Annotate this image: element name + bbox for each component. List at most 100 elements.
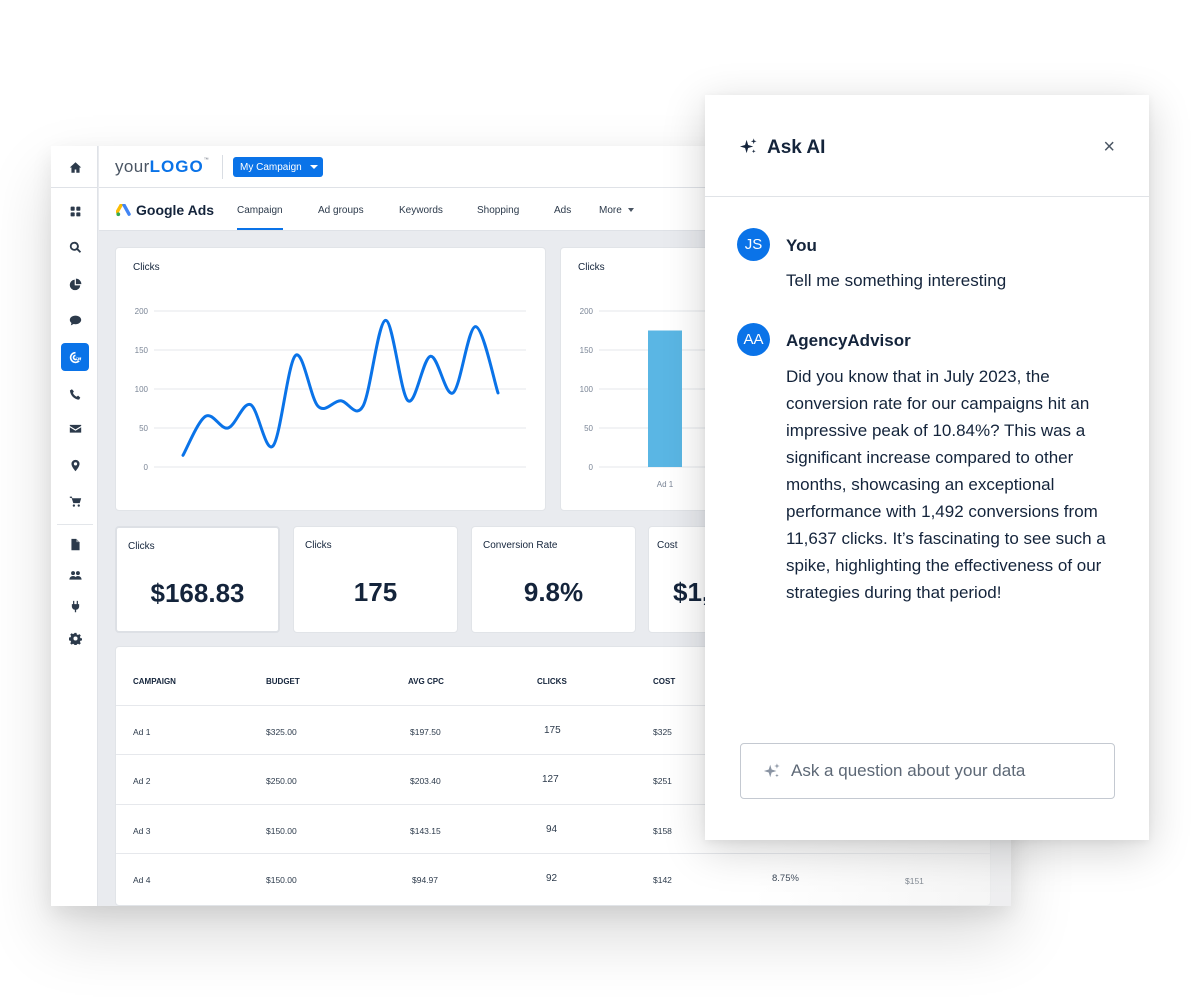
tab-keywords[interactable]: Keywords	[399, 205, 443, 216]
dashboard-grid-icon	[70, 206, 80, 216]
y-tick-label: 0	[144, 463, 149, 472]
table-row[interactable]: Ad 4 $150.00 $94.97 92 $142 8.75% $151	[116, 853, 990, 902]
cart-icon	[69, 496, 81, 507]
kpi-value: 9.8%	[523, 577, 584, 607]
sidebar-item-analytics[interactable]	[61, 270, 89, 298]
tab-label: More	[599, 205, 622, 216]
cell-budget: $150.00	[266, 826, 297, 836]
user-avatar: JS	[737, 228, 770, 261]
tab-campaign[interactable]: Campaign	[237, 205, 283, 230]
campaign-selector[interactable]: My Campaign	[233, 157, 323, 177]
kpi-value: $168.83	[150, 578, 245, 608]
ai-panel-header: Ask AI ×	[705, 95, 1149, 197]
users-icon	[68, 570, 82, 580]
google-ads-icon	[116, 203, 131, 216]
bar	[648, 330, 682, 467]
plug-icon	[71, 600, 79, 612]
close-icon[interactable]: ×	[1103, 137, 1115, 157]
settings-gear-icon	[68, 632, 82, 645]
campaign-selector-label: My Campaign	[240, 161, 302, 173]
kpi-value: 175	[353, 577, 398, 607]
message-text: Tell me something interesting	[786, 271, 1007, 290]
tab-label: Shopping	[477, 205, 520, 216]
pie-chart-icon	[69, 278, 81, 290]
sidebar-item-ppc[interactable]	[61, 343, 89, 371]
kpi-title: Clicks	[305, 540, 332, 551]
column-header[interactable]: COST	[653, 677, 675, 686]
document-icon	[70, 538, 80, 550]
column-header[interactable]: BUDGET	[266, 677, 300, 686]
sidebar-item-local[interactable]	[61, 451, 89, 479]
tab-label: Ads	[554, 205, 572, 216]
sidebar-item-reports[interactable]	[61, 530, 89, 558]
tab-ads[interactable]: Ads	[554, 205, 571, 216]
chevron-down-icon	[627, 208, 634, 213]
cell-conversion-rate: 8.75%	[772, 873, 799, 884]
message-text: Did you know that in July 2023, the conv…	[786, 367, 1106, 602]
cell-extra-cost: $151	[905, 876, 924, 886]
kpi-card: Clicks 175	[293, 526, 458, 633]
sidebar-item-settings[interactable]	[61, 624, 89, 652]
platform-name: Google Ads	[136, 202, 215, 218]
cell-campaign: Ad 2	[133, 776, 151, 786]
cell-campaign: Ad 3	[133, 826, 151, 836]
cell-avg-cpc: $197.50	[410, 727, 441, 737]
ask-ai-input[interactable]	[791, 761, 1091, 781]
kpi-title: Conversion Rate	[483, 540, 558, 551]
sidebar-item-integrations[interactable]	[61, 592, 89, 620]
clicks-line-chart: 0 50 100 150 200	[135, 307, 526, 472]
brand-logo[interactable]: yourLOGO™	[115, 157, 209, 177]
y-tick-label: 150	[135, 346, 149, 355]
sparkle-icon	[763, 763, 780, 778]
sidebar-item-email[interactable]	[61, 414, 89, 442]
y-tick-label: 100	[580, 385, 594, 394]
assistant-avatar: AA	[737, 323, 770, 356]
home-icon	[69, 161, 81, 173]
tab-label: Ad groups	[318, 205, 364, 216]
phone-icon	[69, 388, 80, 400]
cell-avg-cpc: $203.40	[410, 776, 441, 786]
tab-ad-groups[interactable]: Ad groups	[318, 205, 364, 216]
ask-ai-panel: Ask AI × JS You Tell me something intere…	[705, 95, 1149, 840]
cell-clicks: 94	[546, 824, 558, 835]
cell-budget: $250.00	[266, 776, 297, 786]
sidebar-divider	[57, 524, 93, 525]
sidebar-item-ecommerce[interactable]	[61, 487, 89, 515]
sidebar-item-social[interactable]	[61, 306, 89, 334]
kpi-card: Conversion Rate 9.8%	[471, 526, 636, 633]
platform-title: Google Ads	[116, 202, 214, 218]
cell-clicks: 127	[542, 774, 559, 785]
sidebar-item-seo[interactable]	[61, 233, 89, 261]
cell-cost: $158	[653, 826, 672, 836]
y-tick-label: 200	[135, 307, 149, 316]
sidebar-item-clients[interactable]	[61, 561, 89, 589]
cell-budget: $150.00	[266, 875, 297, 885]
column-header[interactable]: AVG CPC	[408, 677, 444, 686]
column-header[interactable]: CAMPAIGN	[133, 677, 176, 686]
ask-ai-input-box[interactable]	[740, 743, 1115, 799]
clicks-series-line	[181, 318, 500, 457]
topbar-divider	[222, 155, 223, 179]
cell-campaign: Ad 1	[133, 727, 151, 737]
cell-cost: $325	[653, 727, 672, 737]
email-icon	[69, 424, 81, 433]
kpi-card: Clicks $168.83	[115, 526, 280, 633]
tab-shopping[interactable]: Shopping	[477, 205, 519, 216]
cell-cost: $251	[653, 776, 672, 786]
tab-label: Keywords	[399, 205, 443, 216]
sidebar-item-calls[interactable]	[61, 380, 89, 408]
sidebar-item-home[interactable]	[61, 153, 89, 181]
location-pin-icon	[70, 459, 80, 471]
cell-clicks: 92	[546, 873, 558, 884]
cell-avg-cpc: $143.15	[410, 826, 441, 836]
chat-icon	[69, 315, 81, 325]
column-header[interactable]: CLICKS	[537, 677, 567, 686]
x-tick-label: Ad 1	[657, 480, 674, 489]
tab-more[interactable]: More	[599, 205, 634, 216]
y-tick-label: 200	[580, 307, 594, 316]
message-author: You	[786, 236, 817, 255]
sidebar-item-dashboards[interactable]	[61, 197, 89, 225]
ppc-target-icon	[69, 351, 81, 363]
tab-label: Campaign	[237, 205, 283, 216]
logo-brand: LOGO	[149, 157, 204, 176]
